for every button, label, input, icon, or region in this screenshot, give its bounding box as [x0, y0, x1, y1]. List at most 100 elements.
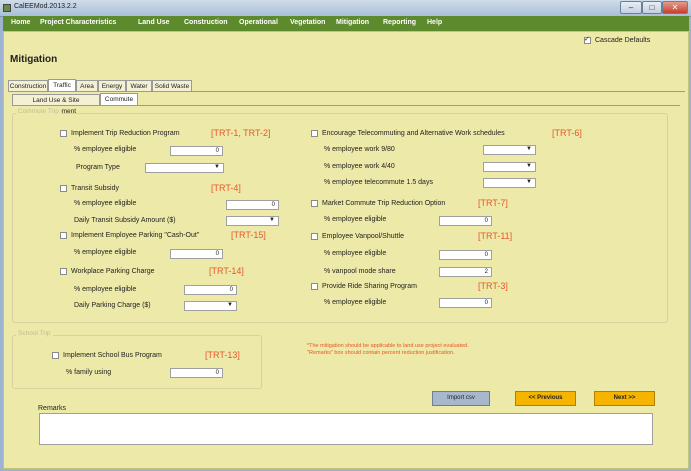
parking-charge-checkbox[interactable]: [60, 268, 67, 275]
market-ctr-code: [TRT-7]: [478, 198, 508, 208]
tab-traffic[interactable]: Traffic: [48, 79, 76, 91]
transit-eligible-label: % employee eligible: [74, 200, 137, 207]
parking-cashout-code: [TRT-15]: [231, 230, 266, 240]
tab-divider: [8, 91, 685, 92]
transit-eligible-input[interactable]: 0: [226, 200, 279, 210]
next-button[interactable]: Next >>: [594, 391, 655, 406]
menu-land-use[interactable]: Land Use: [138, 19, 170, 26]
main-panel: Cascade Defaults Mitigation Construction…: [3, 31, 689, 469]
chevron-down-icon: ▼: [526, 146, 532, 152]
tab-water[interactable]: Water: [126, 80, 152, 91]
menu-operational[interactable]: Operational: [239, 19, 278, 26]
maximize-button[interactable]: □: [642, 1, 662, 14]
tab-energy[interactable]: Energy: [98, 80, 126, 91]
market-eligible-label: % employee eligible: [324, 216, 387, 223]
title-bar: CalEEMod.2013.2.2 – □ ✕: [0, 0, 691, 17]
cascade-defaults-checkbox[interactable]: [584, 35, 591, 44]
trip-reduction-checkbox[interactable]: [60, 130, 67, 137]
app-icon: [3, 4, 11, 12]
school-bus-label: Implement School Bus Program: [63, 352, 162, 359]
transit-subsidy-code: [TRT-4]: [211, 183, 241, 193]
subtab-commute[interactable]: Commute: [100, 93, 138, 105]
tab-solid-waste[interactable]: Solid Waste: [152, 80, 192, 91]
telecommute-days-label: % employee telecommute 1.5 days: [324, 179, 433, 186]
cascade-defaults-label: Cascade Defaults: [595, 37, 651, 44]
work-440-select[interactable]: ▼: [483, 162, 536, 172]
page-title: Mitigation: [10, 54, 58, 65]
parking-charge-amount-select[interactable]: ▼: [184, 301, 237, 311]
menu-mitigation[interactable]: Mitigation: [336, 19, 369, 26]
ride-sharing-label: Provide Ride Sharing Program: [322, 283, 417, 290]
chevron-down-icon: ▼: [526, 179, 532, 185]
transit-subsidy-checkbox[interactable]: [60, 185, 67, 192]
parking-charge-amount-label: Daily Parking Charge ($): [74, 302, 151, 309]
chevron-down-icon: ▼: [526, 163, 532, 169]
school-bus-checkbox[interactable]: [52, 352, 59, 359]
program-type-label: Program Type: [76, 164, 120, 171]
ride-sharing-checkbox[interactable]: [311, 283, 318, 290]
parking-cashout-checkbox[interactable]: [60, 232, 67, 239]
telecommute-label: Encourage Telecommuting and Alternative …: [322, 130, 505, 137]
ride-sharing-eligible-label: % employee eligible: [324, 299, 387, 306]
subtab-divider: [12, 105, 680, 106]
trip-reduction-eligible-label: % employee eligible: [74, 146, 137, 153]
import-csv-button[interactable]: Import csv: [432, 391, 490, 406]
remarks-textarea[interactable]: [39, 413, 653, 445]
work-980-select[interactable]: ▼: [483, 145, 536, 155]
vanpool-eligible-input[interactable]: 0: [439, 250, 492, 260]
parking-charge-label: Workplace Parking Charge: [71, 268, 155, 275]
transit-amount-label: Daily Transit Subsidy Amount ($): [74, 217, 176, 224]
note-applicable: *The mitigation should be applicable to …: [307, 343, 469, 349]
subtab-land-use-site-enhancement[interactable]: Land Use & Site Enhancement: [12, 94, 100, 115]
telecommute-checkbox[interactable]: [311, 130, 318, 137]
trip-reduction-code: [TRT-1, TRT-2]: [211, 128, 271, 138]
family-using-input[interactable]: 0: [170, 368, 223, 378]
market-eligible-input[interactable]: 0: [439, 216, 492, 226]
market-ctr-checkbox[interactable]: [311, 200, 318, 207]
ride-sharing-code: [TRT-3]: [478, 281, 508, 291]
vanpool-code: [TRT-11]: [478, 231, 513, 241]
close-button[interactable]: ✕: [662, 1, 688, 14]
work-980-label: % employee work 9/80: [324, 146, 395, 153]
family-using-label: % family using: [66, 369, 112, 376]
ride-sharing-eligible-input[interactable]: 0: [439, 298, 492, 308]
cashout-eligible-label: % employee eligible: [74, 249, 137, 256]
vanpool-eligible-label: % employee eligible: [324, 250, 387, 257]
menu-vegetation[interactable]: Vegetation: [290, 19, 325, 26]
cashout-eligible-input[interactable]: 0: [170, 249, 223, 259]
school-trip-title: School Trip: [16, 330, 53, 337]
vanpool-checkbox[interactable]: [311, 233, 318, 240]
parking-eligible-label: % employee eligible: [74, 286, 137, 293]
vanpool-share-input[interactable]: 2: [439, 267, 492, 277]
note-remarks: "Remarks" box should contain percent red…: [307, 350, 455, 356]
program-type-select[interactable]: ▼: [145, 163, 224, 173]
vanpool-share-label: % vanpool mode share: [324, 268, 396, 275]
telecommute-days-select[interactable]: ▼: [483, 178, 536, 188]
tab-construction[interactable]: Construction: [8, 80, 48, 91]
remarks-label: Remarks: [38, 405, 67, 412]
parking-cashout-label: Implement Employee Parking "Cash-Out": [71, 232, 200, 239]
window-title: CalEEMod.2013.2.2: [14, 3, 77, 10]
trip-reduction-label: Implement Trip Reduction Program: [71, 130, 180, 137]
school-trip-group: [12, 335, 262, 389]
parking-eligible-input[interactable]: 0: [184, 285, 237, 295]
chevron-down-icon: ▼: [214, 164, 220, 170]
menu-construction[interactable]: Construction: [184, 19, 228, 26]
trip-reduction-eligible-input[interactable]: 0: [170, 146, 223, 156]
menu-help[interactable]: Help: [427, 19, 442, 26]
menu-bar: Home Project Characteristics Land Use Co…: [3, 16, 689, 31]
menu-reporting[interactable]: Reporting: [383, 19, 416, 26]
market-ctr-label: Market Commute Trip Reduction Option: [322, 200, 446, 207]
minimize-button[interactable]: –: [620, 1, 642, 14]
parking-charge-code: [TRT-14]: [209, 266, 244, 276]
work-440-label: % employee work 4/40: [324, 163, 395, 170]
commute-trip-title: Commute Trip: [16, 108, 61, 115]
previous-button[interactable]: << Previous: [515, 391, 576, 406]
transit-subsidy-label: Transit Subsidy: [71, 185, 119, 192]
transit-amount-select[interactable]: ▼: [226, 216, 279, 226]
menu-home[interactable]: Home: [11, 19, 30, 26]
tab-area[interactable]: Area: [76, 80, 98, 91]
vanpool-label: Employee Vanpool/Shuttle: [322, 233, 404, 240]
menu-project-characteristics[interactable]: Project Characteristics: [40, 19, 116, 26]
telecommute-code: [TRT-6]: [552, 128, 582, 138]
